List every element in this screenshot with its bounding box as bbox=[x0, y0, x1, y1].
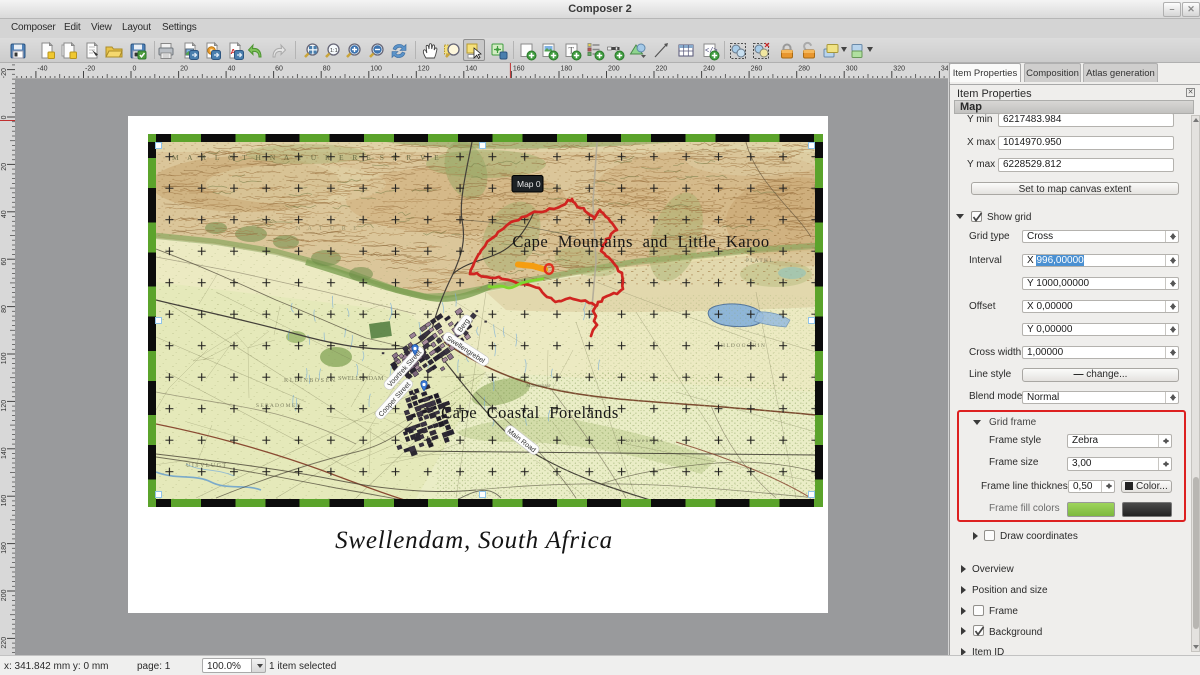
svg-text:1:1: 1:1 bbox=[330, 48, 338, 54]
svg-text:M A R L O T H N A T U R E: M A R L O T H N A T U R E R E S E R V E bbox=[172, 153, 442, 162]
svg-text:240: 240 bbox=[703, 66, 715, 73]
svg-text:60: 60 bbox=[275, 66, 283, 73]
svg-text:280: 280 bbox=[798, 66, 810, 73]
svg-text:300: 300 bbox=[846, 66, 858, 73]
svg-text:120: 120 bbox=[418, 66, 430, 73]
svg-text:180: 180 bbox=[1, 542, 8, 554]
svg-text:220: 220 bbox=[656, 66, 668, 73]
svg-text:220: 220 bbox=[1, 637, 8, 649]
svg-text:P L A T K L: P L A T K L bbox=[746, 258, 773, 264]
svg-text:140: 140 bbox=[465, 66, 477, 73]
svg-text:260: 260 bbox=[751, 66, 763, 73]
svg-text:K L E I N B O S E N: K L E I N B O S E N bbox=[284, 378, 336, 384]
svg-text:SWELLENDAM: SWELLENDAM bbox=[338, 375, 384, 382]
svg-text:160: 160 bbox=[1, 495, 8, 507]
svg-text:U I T V L U G T: U I T V L U G T bbox=[186, 463, 226, 469]
svg-text:-20: -20 bbox=[1, 68, 8, 78]
svg-text:Moordenaar: Moordenaar bbox=[526, 384, 551, 389]
svg-text:160: 160 bbox=[513, 66, 525, 73]
svg-text:200: 200 bbox=[1, 589, 8, 601]
svg-text:40: 40 bbox=[1, 210, 8, 218]
svg-text:80: 80 bbox=[323, 66, 331, 73]
svg-text:-20: -20 bbox=[85, 66, 95, 73]
svg-text:A H L D O G G H I N: A H L D O G G H I N bbox=[716, 343, 765, 349]
svg-text:Cape Coastal Forelands: Cape Coastal Forelands bbox=[441, 403, 619, 422]
svg-text:S E R A D O M E N: S E R A D O M E N bbox=[256, 403, 301, 409]
svg-text:60: 60 bbox=[1, 258, 8, 266]
svg-text:340: 340 bbox=[941, 66, 948, 73]
svg-text:Cape Mountains and Little Karo: Cape Mountains and Little Karoo bbox=[512, 232, 769, 251]
svg-text:-40: -40 bbox=[37, 66, 47, 73]
svg-text:0: 0 bbox=[133, 66, 137, 73]
svg-text:140: 140 bbox=[1, 447, 8, 459]
svg-text:20: 20 bbox=[1, 163, 8, 171]
svg-text:100: 100 bbox=[1, 352, 8, 364]
svg-text:180: 180 bbox=[561, 66, 573, 73]
svg-text:N A T U R E: N A T U R E bbox=[296, 226, 360, 232]
svg-text:40: 40 bbox=[228, 66, 236, 73]
svg-text:320: 320 bbox=[893, 66, 905, 73]
svg-text:Map 0: Map 0 bbox=[517, 179, 541, 189]
svg-text:0: 0 bbox=[1, 115, 8, 119]
svg-text:20: 20 bbox=[180, 66, 188, 73]
svg-text:D u i w e n h o k s: D u i w e n h o k s bbox=[626, 439, 663, 444]
svg-text:120: 120 bbox=[1, 400, 8, 412]
svg-text:200: 200 bbox=[608, 66, 620, 73]
svg-text:100: 100 bbox=[370, 66, 382, 73]
svg-text:80: 80 bbox=[1, 305, 8, 313]
